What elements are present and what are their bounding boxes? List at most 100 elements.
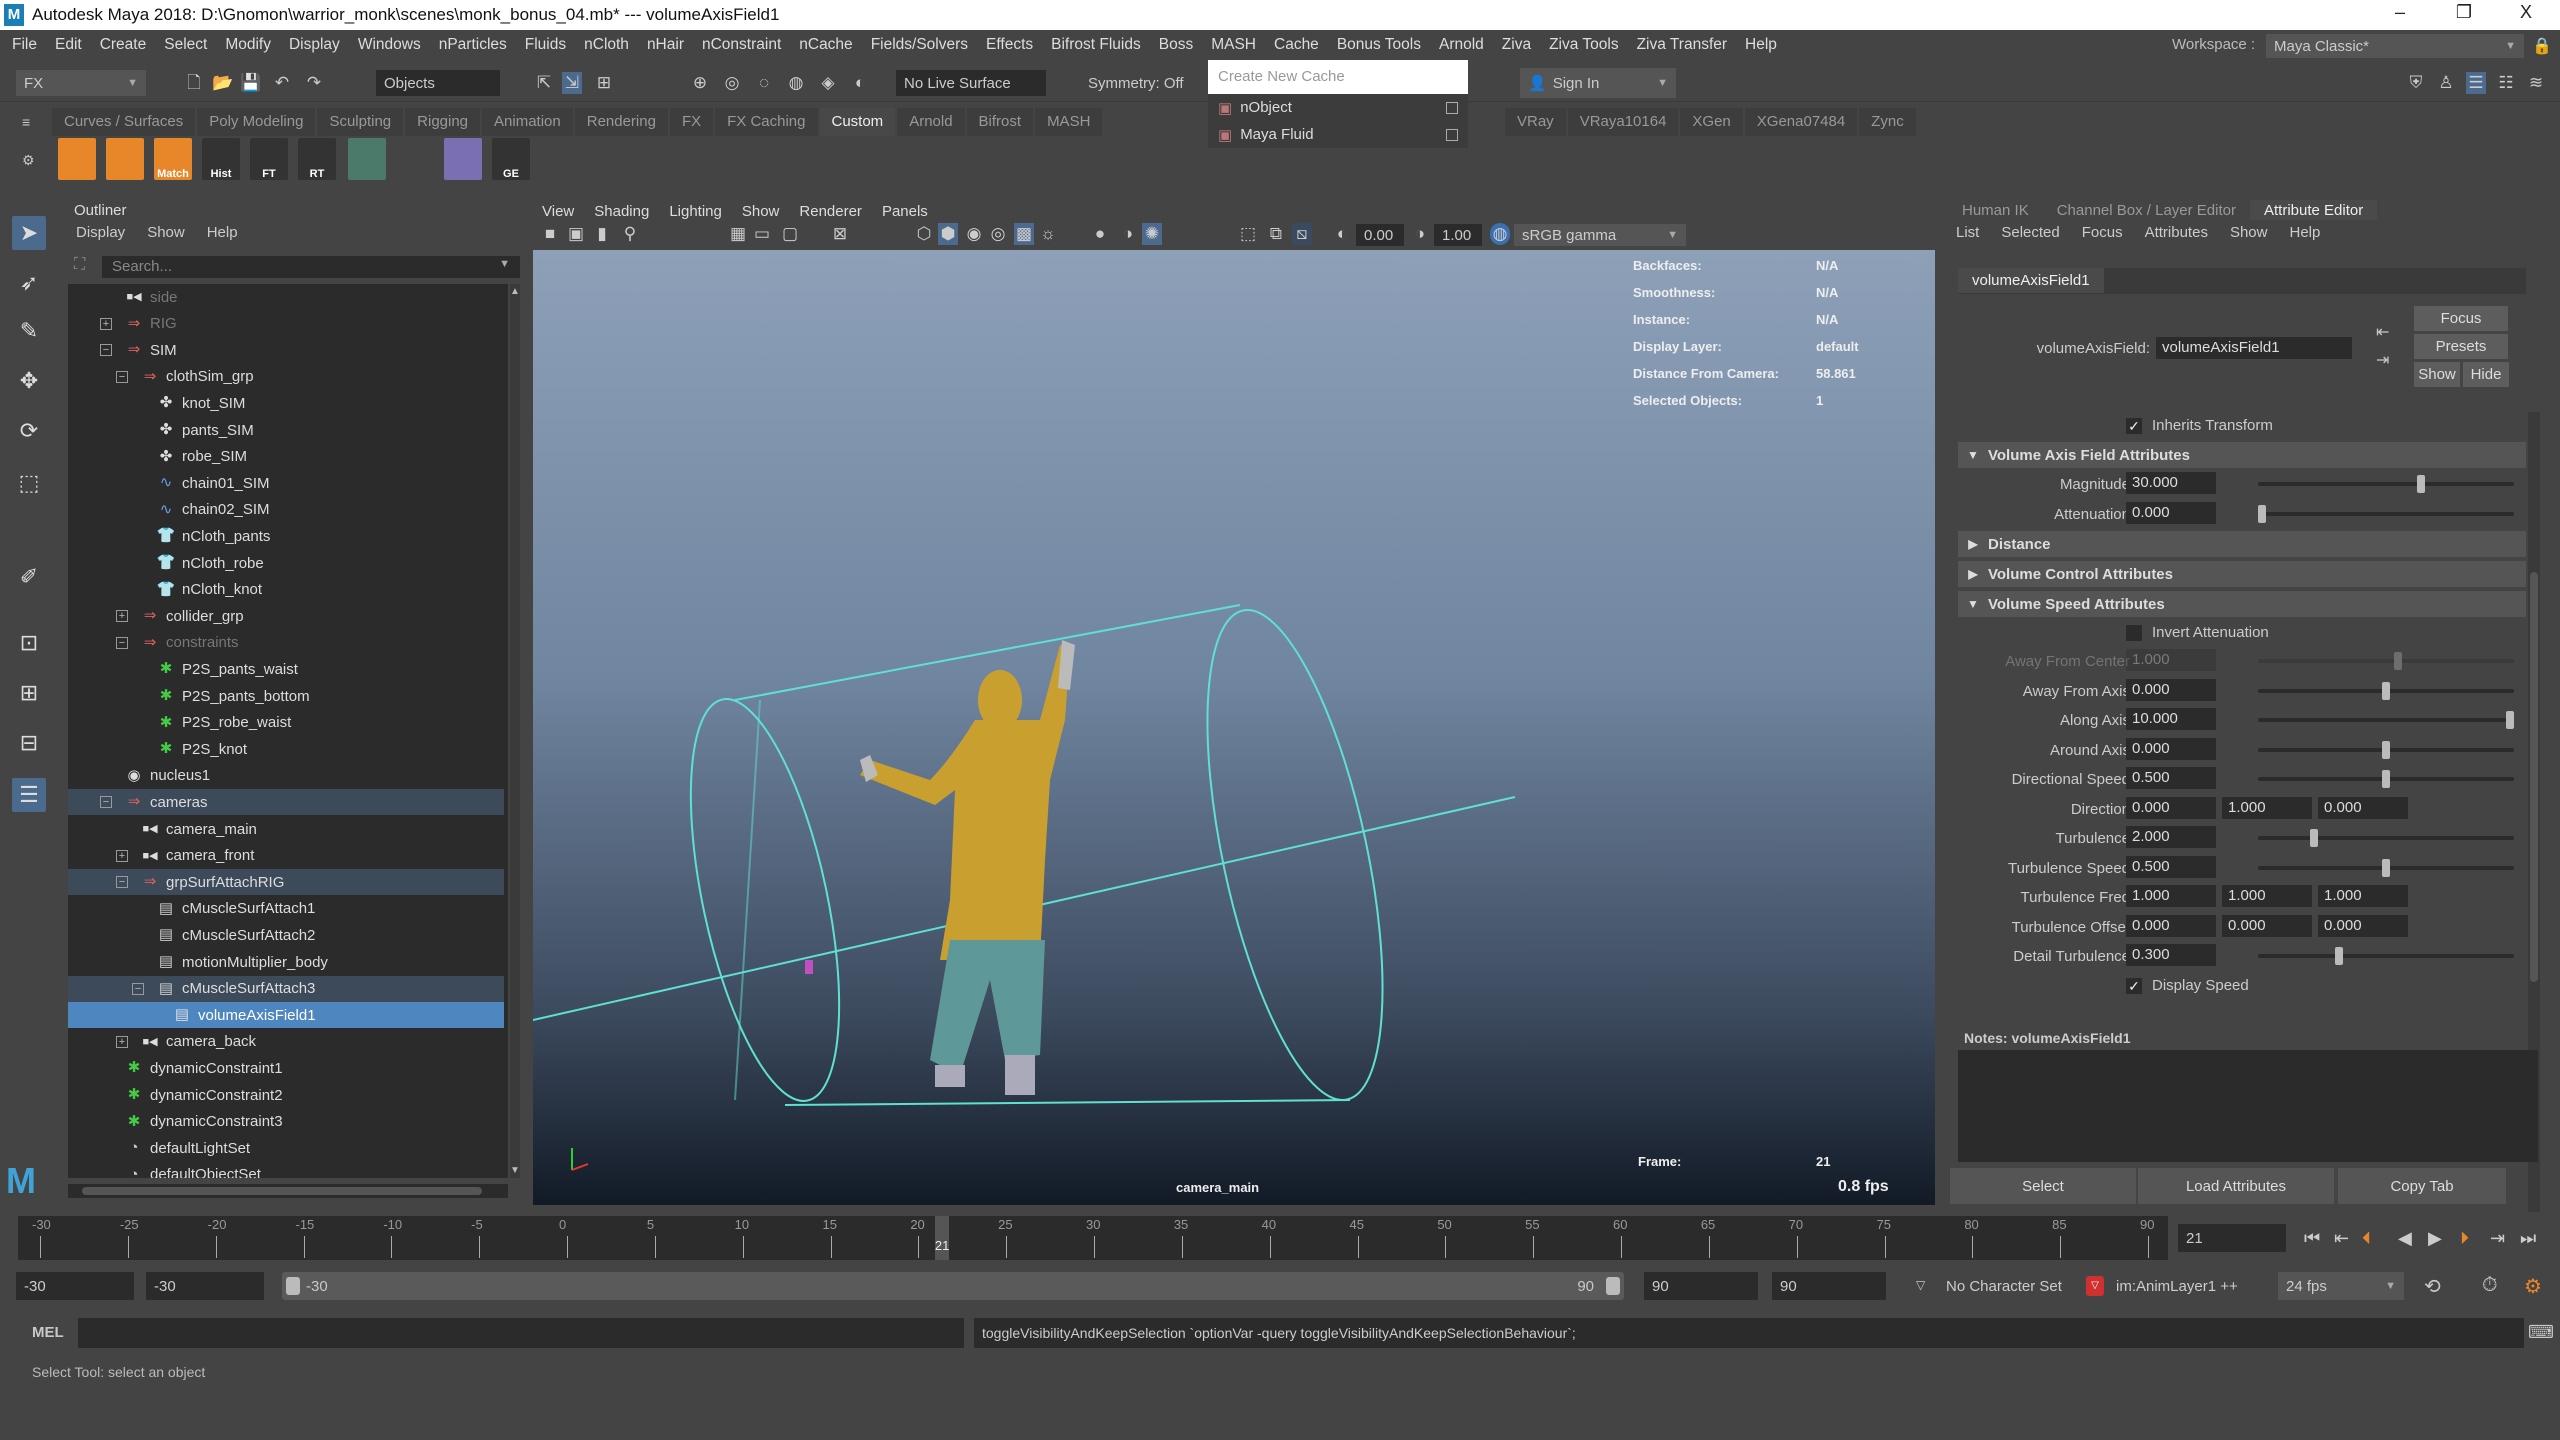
tab-channel-box-layer-editor[interactable]: Channel Box / Layer Editor: [2043, 200, 2250, 220]
select-object-icon[interactable]: ⇲: [562, 72, 582, 94]
outliner-item-defaultobjectset[interactable]: ◔ defaultObjectSet: [68, 1162, 504, 1178]
section-volume-speed-attributes[interactable]: ▼ Volume Speed Attributes: [1958, 591, 2526, 617]
menu-ziva[interactable]: Ziva: [1502, 36, 1531, 54]
menu-nparticles[interactable]: nParticles: [439, 36, 507, 54]
node-tab[interactable]: volumeAxisField1: [1958, 268, 2104, 293]
current-time-indicator[interactable]: 21: [934, 1216, 949, 1260]
field-turbulence-offset-y[interactable]: 0.000: [2222, 914, 2312, 937]
smooth-shade-icon[interactable]: ⬢: [938, 223, 958, 245]
outliner-item-dynamicconstraint3[interactable]: ✱ dynamicConstraint3: [68, 1109, 504, 1135]
menu-windows[interactable]: Windows: [358, 36, 421, 54]
character-model[interactable]: [860, 640, 1075, 1095]
textured-icon[interactable]: ▩: [1014, 223, 1034, 245]
field-direction-z[interactable]: 0.000: [2318, 796, 2408, 819]
outliner-item-chain01-sim[interactable]: ∿ chain01_SIM: [68, 470, 504, 496]
shelf-tab-arnold[interactable]: Arnold: [897, 108, 965, 136]
menu-ziva-tools[interactable]: Ziva Tools: [1549, 36, 1619, 54]
outliner-menu-display[interactable]: Display: [76, 224, 125, 241]
expand-icon[interactable]: +: [116, 1035, 128, 1048]
tab-attribute-editor[interactable]: Attribute Editor: [2249, 200, 2378, 220]
field-direction-y[interactable]: 1.000: [2222, 796, 2312, 819]
xray-active-icon[interactable]: ⧅: [1292, 223, 1312, 245]
color-management-icon[interactable]: ◍: [1490, 223, 1510, 245]
channel-box-icon[interactable]: ≋: [2526, 72, 2546, 94]
step-back-key-icon[interactable]: ⏴: [2362, 1228, 2371, 1249]
section-volume-control-attributes[interactable]: ▶ Volume Control Attributes: [1958, 561, 2526, 587]
image-plane-icon[interactable]: ⚲: [620, 223, 640, 245]
redo-icon[interactable]: ↷: [304, 72, 324, 94]
close-button[interactable]: X: [2506, 2, 2546, 23]
shelf-tab-zync[interactable]: Zync: [1859, 108, 1916, 136]
slider-handle[interactable]: [2416, 475, 2425, 493]
slider-handle[interactable]: [2310, 829, 2319, 847]
range-slider[interactable]: -30 90: [282, 1272, 1624, 1300]
xray-joints-icon[interactable]: ⧉: [1266, 223, 1286, 245]
tool-settings-icon[interactable]: ☷: [2496, 72, 2516, 94]
field-turbulence-freq-y[interactable]: 1.000: [2222, 885, 2312, 907]
shelf-tab-mash[interactable]: MASH: [1035, 108, 1103, 136]
wireframe-on-shaded-icon[interactable]: ◉: [964, 223, 984, 245]
outliner-item-side[interactable]: ■◀ side: [68, 284, 504, 310]
current-frame-field[interactable]: 21: [2178, 1224, 2286, 1252]
outliner-menu-show[interactable]: Show: [147, 224, 185, 241]
slider-handle[interactable]: [2382, 858, 2390, 877]
four-view-layout-icon[interactable]: ⊞: [12, 676, 46, 710]
slider-along-axis[interactable]: [2258, 711, 2514, 729]
fps-dropdown[interactable]: 24 fps ▼: [2278, 1272, 2404, 1300]
cache-option-checkbox[interactable]: [1446, 101, 1458, 114]
field-turbulence-freq-z[interactable]: 1.000: [2318, 885, 2408, 907]
select-button[interactable]: Select: [1950, 1168, 2136, 1204]
shelf-button-tool-7[interactable]: [348, 138, 386, 180]
output-connections-icon[interactable]: ⇥: [2376, 350, 2389, 370]
outliner-item-p2s-robe-waist[interactable]: ✱ P2S_robe_waist: [68, 710, 504, 736]
viewport-menu-panels[interactable]: Panels: [882, 203, 928, 220]
exposure-icon[interactable]: ◐: [1332, 223, 1352, 245]
shelf-settings-icon[interactable]: ⚙: [22, 152, 35, 169]
attribute-menu-help[interactable]: Help: [2289, 224, 2320, 241]
menu-boss[interactable]: Boss: [1159, 36, 1193, 54]
viewport-menu-show[interactable]: Show: [742, 203, 780, 220]
lock-icon[interactable]: 🔒: [2532, 36, 2552, 56]
slider-turbulence-speed[interactable]: [2258, 858, 2514, 877]
field-direction-x[interactable]: 0.000: [2126, 796, 2216, 819]
paint-select-tool-icon[interactable]: ✎: [12, 314, 46, 348]
outliner-item-ncloth-robe[interactable]: 👕 nCloth_robe: [68, 550, 504, 576]
loop-icon[interactable]: ⟲: [2424, 1274, 2441, 1299]
attribute-menu-attributes[interactable]: Attributes: [2145, 224, 2208, 241]
select-hierarchy-icon[interactable]: ⇱: [534, 72, 554, 94]
outliner-item-dynamicconstraint1[interactable]: ✱ dynamicConstraint1: [68, 1055, 504, 1081]
expand-icon[interactable]: +: [116, 849, 128, 862]
slider-magnitude[interactable]: [2258, 475, 2514, 493]
wireframe-icon[interactable]: ⬡: [914, 223, 934, 245]
gate-mask-icon[interactable]: ⊠: [830, 223, 850, 245]
outliner-item-defaultlightset[interactable]: ◔ defaultLightSet: [68, 1135, 504, 1161]
undo-icon[interactable]: ↶: [272, 72, 292, 94]
lights-icon[interactable]: ☼: [1038, 223, 1058, 245]
minimize-button[interactable]: –: [2380, 2, 2420, 23]
gamma-icon[interactable]: ◑: [1410, 223, 1430, 245]
outliner-item-camera-back[interactable]: + ■◀ camera_back: [68, 1029, 504, 1055]
outliner-vertical-scrollbar[interactable]: ▲ ▼: [510, 284, 520, 1178]
load-attributes-button[interactable]: Load Attributes: [2138, 1168, 2334, 1204]
command-input[interactable]: [78, 1318, 964, 1348]
animation-start-field[interactable]: -30: [16, 1272, 134, 1300]
field-along-axis[interactable]: 10.000: [2126, 708, 2216, 730]
two-view-layout-icon[interactable]: ⊟: [12, 726, 46, 760]
slider-around-axis[interactable]: [2258, 740, 2514, 759]
live-surface-field[interactable]: No Live Surface: [896, 70, 1046, 96]
animation-end-field[interactable]: 90: [1772, 1272, 1886, 1300]
select-component-icon[interactable]: ⊞: [594, 72, 614, 94]
slider-handle[interactable]: [2258, 504, 2266, 523]
snap-projected-icon[interactable]: ◍: [786, 72, 806, 94]
step-back-frame-icon[interactable]: ⇤: [2334, 1228, 2349, 1249]
exposure-field[interactable]: 0.00: [1356, 224, 1404, 246]
menu-mash[interactable]: MASH: [1211, 36, 1256, 54]
hide-button[interactable]: Hide: [2463, 362, 2509, 387]
outliner-item-volumeaxisfield1[interactable]: ▤ volumeAxisField1: [68, 1002, 504, 1029]
scale-tool-icon[interactable]: ⬚: [12, 466, 46, 500]
outliner-item-knot-sim[interactable]: ✤ knot_SIM: [68, 390, 504, 416]
shelf-tab-animation[interactable]: Animation: [482, 108, 573, 136]
field-directional-speed[interactable]: 0.500: [2126, 767, 2216, 789]
human-ik-icon[interactable]: ♙: [2436, 72, 2456, 94]
shelf-button-tool-9[interactable]: [444, 138, 482, 180]
